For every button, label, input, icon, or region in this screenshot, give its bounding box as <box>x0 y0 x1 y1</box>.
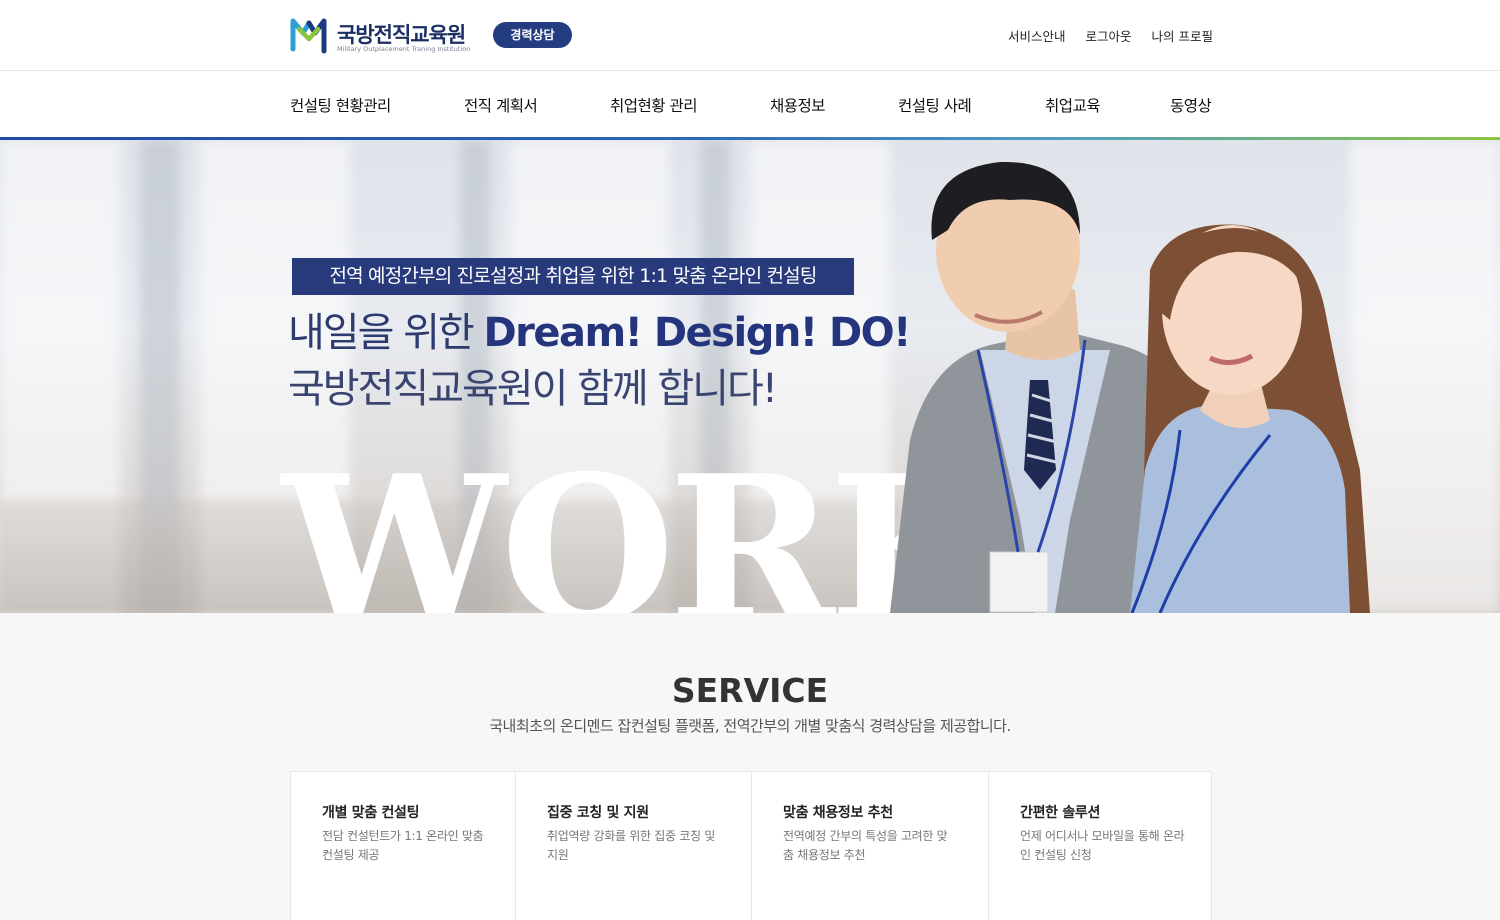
service-card-text: 언제 어디서나 모바일을 통해 온라인 컨설팅 신청 <box>1020 829 1185 862</box>
service-card-title: 맞춤 채용정보 추천 <box>783 805 893 821</box>
service-description: 국내최초의 온디멘드 잡컨설팅 플랫폼, 전역간부의 개별 맞춤식 경력상담을 … <box>489 717 1011 735</box>
nav-item-videos[interactable]: 동영상 <box>1170 94 1212 116</box>
hero-banner: WORK 전역 예정간부의 진로설정과 취업을 위한 1:1 맞춤 온라인 컨설… <box>0 140 1500 613</box>
hero-headline-line2: 국방전직교육원이 함께 합니다! <box>288 366 778 412</box>
nav-item-job-info[interactable]: 채용정보 <box>770 94 826 116</box>
service-card-text: 전담 컨설턴트가 1:1 온라인 맞춤 컨설팅 제공 <box>322 829 484 862</box>
hero-headline-prefix: 내일을 위한 <box>288 310 475 356</box>
hero-headline-emphasis: Dream! Design! DO! <box>483 310 911 356</box>
service-card-title: 간편한 솔루션 <box>1020 805 1101 821</box>
service-card-individual-consulting[interactable]: 개별 맞춤 컨설팅 전담 컨설턴트가 1:1 온라인 맞춤 컨설팅 제공 <box>291 772 516 920</box>
my-profile-link[interactable]: 나의 프로필 <box>1152 26 1213 45</box>
service-card-list: 개별 맞춤 컨설팅 전담 컨설턴트가 1:1 온라인 맞춤 컨설팅 제공 집중 … <box>290 771 1212 920</box>
utility-links: 서비스안내 로그아웃 나의 프로필 <box>1008 26 1213 45</box>
logo-subtitle: Military Outplacement Traning Institutio… <box>337 45 471 53</box>
logo-mark-icon <box>290 18 327 54</box>
service-card-text: 전역예정 간부의 특성을 고려한 맞춤 채용정보 추천 <box>783 829 948 862</box>
hero-headline-line1: 내일을 위한 Dream! Design! DO! <box>288 300 911 358</box>
service-guide-link[interactable]: 서비스안내 <box>1008 26 1066 45</box>
service-card-coaching[interactable]: 집중 코칭 및 지원 취업역량 강화를 위한 집중 코칭 및 지원 <box>516 772 752 920</box>
service-card-job-recommendation[interactable]: 맞춤 채용정보 추천 전역예정 간부의 특성을 고려한 맞춤 채용정보 추천 <box>752 772 989 920</box>
career-consult-badge[interactable]: 경력상담 <box>493 22 572 48</box>
service-card-text: 취업역량 강화를 위한 집중 코칭 및 지원 <box>547 829 715 862</box>
nav-item-job-training[interactable]: 취업교육 <box>1045 94 1101 116</box>
site-logo[interactable]: 국방전직교육원 Military Outplacement Traning In… <box>290 15 490 57</box>
main-navigation: 컨설팅 현황관리 전직 계획서 취업현황 관리 채용정보 컨설팅 사례 취업교육… <box>0 72 1500 138</box>
site-header: 국방전직교육원 Military Outplacement Traning In… <box>0 0 1500 71</box>
nav-item-consulting-status[interactable]: 컨설팅 현황관리 <box>290 94 391 116</box>
service-card-title: 개별 맞춤 컨설팅 <box>322 805 420 821</box>
nav-item-employment-status[interactable]: 취업현황 관리 <box>610 94 698 116</box>
service-section: SERVICE 국내최초의 온디멘드 잡컨설팅 플랫폼, 전역간부의 개별 맞춤… <box>0 613 1500 920</box>
service-card-title: 집중 코칭 및 지원 <box>547 805 649 821</box>
service-title: SERVICE <box>671 671 829 710</box>
nav-item-transition-plan[interactable]: 전직 계획서 <box>464 94 538 116</box>
logout-link[interactable]: 로그아웃 <box>1086 26 1132 45</box>
nav-item-consulting-cases[interactable]: 컨설팅 사례 <box>898 94 972 116</box>
service-card-easy-solution[interactable]: 간편한 솔루션 언제 어디서나 모바일을 통해 온라인 컨설팅 신청 <box>989 772 1211 920</box>
hero-people-photo <box>890 161 1370 613</box>
hero-tagline: 전역 예정간부의 진로설정과 취업을 위한 1:1 맞춤 온라인 컨설팅 <box>292 258 854 295</box>
